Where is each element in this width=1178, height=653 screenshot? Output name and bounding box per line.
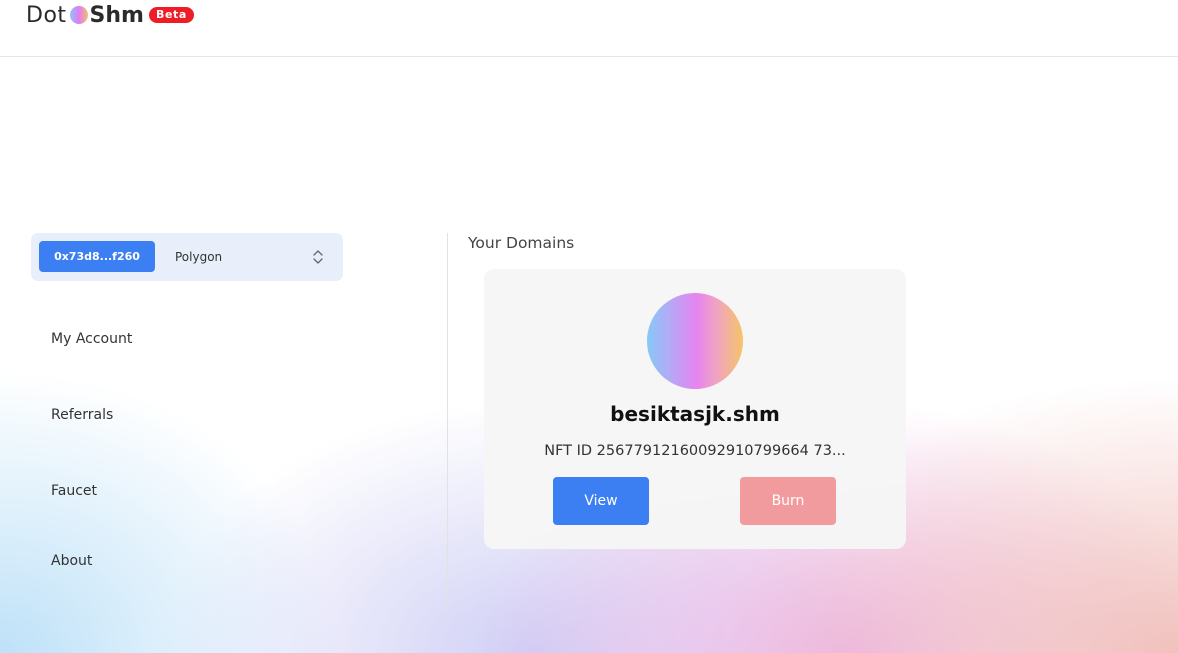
gradient-orb-icon bbox=[69, 6, 88, 24]
beta-badge: Beta bbox=[148, 7, 194, 23]
account-bar: 0x73d8...f260 Polygon bbox=[31, 233, 343, 281]
chevron-updown-icon bbox=[313, 249, 323, 264]
domain-card: besiktasjk.shm NFT ID 256779121600929107… bbox=[484, 269, 906, 549]
view-button[interactable]: View bbox=[553, 477, 649, 525]
sidebar-item-my-account[interactable]: My Account bbox=[51, 331, 132, 347]
sidebar-item-faucet[interactable]: Faucet bbox=[51, 483, 97, 499]
logo-dot-text: Dot bbox=[26, 2, 67, 28]
logo-shm-text: Shm bbox=[89, 2, 144, 28]
dotshm-logo[interactable]: Dot Shm Beta bbox=[26, 2, 194, 28]
domain-avatar bbox=[647, 293, 743, 389]
network-select[interactable]: Polygon bbox=[175, 241, 335, 272]
domain-name: besiktasjk.shm bbox=[610, 402, 780, 426]
sidebar-divider bbox=[447, 233, 448, 613]
wallet-address-button[interactable]: 0x73d8...f260 bbox=[39, 241, 155, 272]
burn-button[interactable]: Burn bbox=[740, 477, 836, 525]
nft-id: NFT ID 25677912160092910799664 73... bbox=[544, 443, 846, 459]
sidebar-item-referrals[interactable]: Referrals bbox=[51, 407, 113, 423]
sidebar-item-about[interactable]: About bbox=[51, 553, 92, 569]
network-select-value: Polygon bbox=[175, 249, 223, 264]
section-title: Your Domains bbox=[468, 234, 575, 252]
top-header: Dot Shm Beta bbox=[0, 0, 1178, 57]
